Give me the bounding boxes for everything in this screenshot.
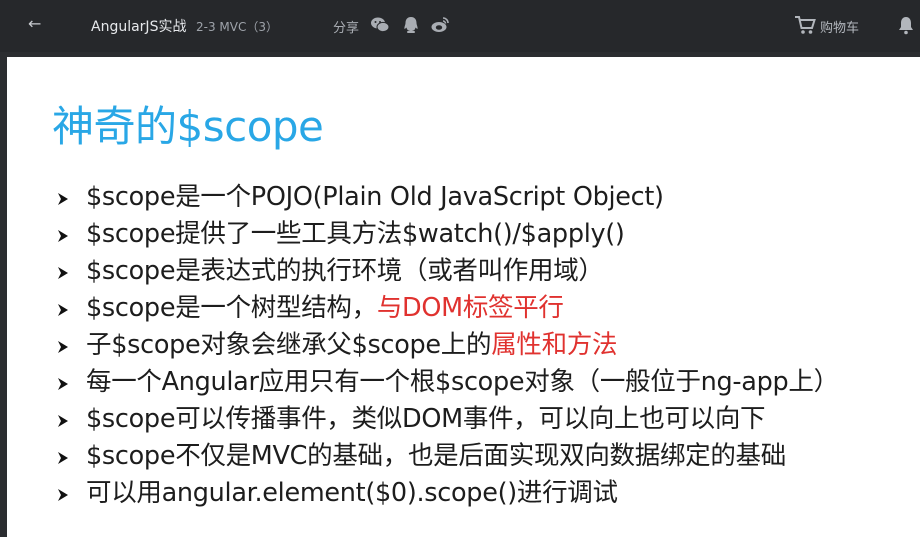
bullet-text: $scope提供了一些工具方法$watch()/$apply() (86, 219, 625, 249)
bullet-item: $scope是一个POJO(Plain Old JavaScript Objec… (56, 179, 839, 216)
cart-icon[interactable] (794, 14, 816, 36)
bullet-item: $scope不仅是MVC的基础，也是后面实现双向数据绑定的基础 (56, 438, 839, 475)
slide-title: 神奇的$scope (52, 102, 324, 151)
bullet-arrow-icon (58, 452, 68, 464)
wechat-icon[interactable] (370, 15, 390, 35)
slide: 神奇的$scope $scope是一个POJO(Plain Old JavaSc… (7, 57, 920, 537)
bullet-arrow-icon (58, 304, 68, 316)
bullet-text: $scope是一个POJO(Plain Old JavaScript Objec… (86, 182, 664, 212)
bullet-item: 每一个Angular应用只有一个根$scope对象（一般位于ng-app上） (56, 364, 839, 401)
bullet-text: 可以用angular.element($0).scope()进行调试 (86, 478, 618, 508)
cart-label[interactable]: 购物车 (820, 17, 859, 36)
bullet-item: 子$scope对象会继承父$scope上的属性和方法 (56, 327, 839, 364)
bullet-arrow-icon (58, 193, 68, 205)
bullet-highlight: 属性和方法 (491, 330, 618, 360)
back-arrow-icon[interactable]: ← (28, 14, 41, 33)
bullet-list: $scope是一个POJO(Plain Old JavaScript Objec… (56, 179, 839, 512)
bullet-item: 可以用angular.element($0).scope()进行调试 (56, 475, 839, 512)
bullet-arrow-icon (58, 415, 68, 427)
bullet-item: $scope可以传播事件，类似DOM事件，可以向上也可以向下 (56, 401, 839, 438)
bullet-text: $scope是表达式的执行环境（或者叫作用域） (86, 256, 604, 286)
bell-icon[interactable] (897, 15, 915, 35)
bullet-arrow-icon (58, 267, 68, 279)
bullet-text: 每一个Angular应用只有一个根$scope对象（一般位于ng-app上） (86, 367, 839, 397)
bullet-item: $scope是一个树型结构，与DOM标签平行 (56, 290, 839, 327)
bullet-text: $scope不仅是MVC的基础，也是后面实现双向数据绑定的基础 (86, 441, 786, 471)
bullet-item: $scope是表达式的执行环境（或者叫作用域） (56, 253, 839, 290)
lesson-title: 2-3 MVC（3） (196, 20, 278, 34)
bullet-text: 子$scope对象会继承父$scope上的 (86, 330, 492, 360)
bullet-arrow-icon (58, 378, 68, 390)
share-label: 分享 (333, 21, 360, 36)
bullet-text: $scope可以传播事件，类似DOM事件，可以向上也可以向下 (86, 404, 766, 434)
bullet-text: $scope是一个树型结构， (86, 293, 377, 323)
weibo-icon[interactable] (430, 15, 450, 35)
bullet-arrow-icon (58, 489, 68, 501)
bullet-highlight: 与DOM标签平行 (376, 293, 564, 323)
course-title[interactable]: AngularJS实战 (91, 16, 186, 36)
bullet-item: $scope提供了一些工具方法$watch()/$apply() (56, 216, 839, 253)
top-bar: ← AngularJS实战 2-3 MVC（3） 分享 购物车 (0, 0, 920, 52)
bullet-arrow-icon (58, 230, 68, 242)
bullet-arrow-icon (58, 341, 68, 353)
qq-icon[interactable] (401, 15, 421, 35)
